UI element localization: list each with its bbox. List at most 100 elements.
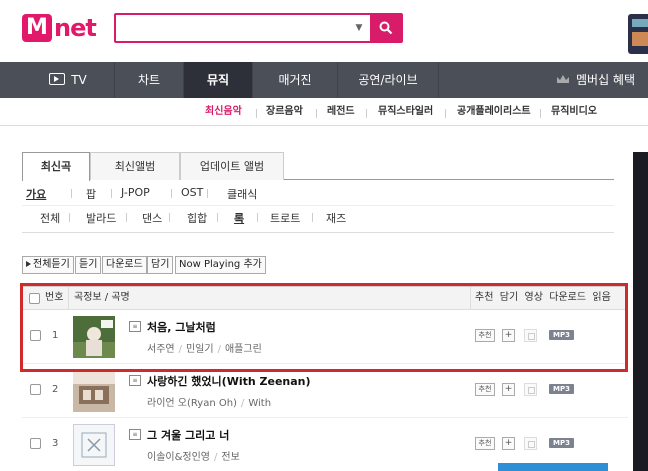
nav-music-label: 뮤직 <box>206 73 230 87</box>
row-number: 1 <box>52 330 59 341</box>
site-header: M net ▼ <box>0 0 648 62</box>
add-button[interactable]: + <box>502 437 515 450</box>
genre-jpop[interactable]: J-POP <box>121 186 150 199</box>
album-link[interactable]: 전보 <box>221 452 239 463</box>
song-title[interactable]: 그 겨울 그리고 너 <box>147 427 229 443</box>
video-icon[interactable] <box>524 383 537 396</box>
row-number: 3 <box>52 438 59 449</box>
nav-chart-label: 차트 <box>137 73 161 87</box>
subgenre-jazz[interactable]: 재즈 <box>326 210 346 226</box>
lyrics-icon[interactable]: ≡ <box>129 429 141 440</box>
song-table-header: 번호 곡정보 / 곡명 추천 담기 영상 다운로드 읽음 <box>22 286 628 310</box>
mp3-download-button[interactable]: MP3 <box>549 384 574 394</box>
nav-tv-label: TV <box>71 73 87 87</box>
subnav-playlist[interactable]: 공개플레이리스트 <box>457 98 531 126</box>
recommend-button[interactable]: 추천 <box>475 383 495 396</box>
logo-mark: M <box>22 14 52 42</box>
mp3-download-button[interactable]: MP3 <box>549 438 574 448</box>
subgenre-trot[interactable]: 트로트 <box>270 210 300 226</box>
artist-link[interactable]: 라이언 오(Ryan Oh) <box>147 398 237 409</box>
now-playing-button[interactable]: Now Playing 추가 <box>175 256 266 274</box>
bottom-action-bar[interactable] <box>498 463 608 471</box>
nav-magazine-label: 매거진 <box>278 73 312 87</box>
album-cover-placeholder[interactable] <box>73 424 115 466</box>
nav-magazine[interactable]: 매거진 <box>253 62 337 98</box>
nav-music[interactable]: 뮤직 <box>184 62 252 98</box>
album-link[interactable]: 민일기 <box>186 344 214 355</box>
nav-live[interactable]: 공연/라이브 <box>338 62 438 98</box>
nav-tv[interactable]: TV <box>22 62 114 98</box>
subnav-genre[interactable]: 장르음악 <box>266 98 303 126</box>
artist-link[interactable]: 이솔이&정인영 <box>147 452 210 463</box>
col-number: 번호 <box>45 292 64 303</box>
subnav-styler[interactable]: 뮤직스타일러 <box>378 98 433 126</box>
album-cover[interactable] <box>73 316 115 358</box>
tv-icon <box>49 73 66 85</box>
mp3-download-button[interactable]: MP3 <box>549 330 574 340</box>
video-icon[interactable] <box>524 329 537 342</box>
tab-updated-albums[interactable]: 업데이트 앨범 <box>180 152 284 180</box>
artist-link[interactable]: 서주연 <box>147 344 175 355</box>
select-all-checkbox[interactable] <box>29 293 40 304</box>
search-input[interactable] <box>118 17 348 39</box>
logo-text: net <box>54 14 97 42</box>
filter-divider <box>22 205 614 206</box>
song-title[interactable]: 사랑하긴 했었니(With Zeenan) <box>147 373 311 389</box>
genre-classical[interactable]: 클래식 <box>227 186 257 202</box>
row-checkbox[interactable] <box>30 330 41 341</box>
lyrics-icon[interactable]: ≡ <box>129 321 141 332</box>
subgenre-dance[interactable]: 댄스 <box>142 210 162 226</box>
label-link[interactable]: 애플그린 <box>225 344 262 355</box>
genre-pop[interactable]: 팝 <box>86 186 96 202</box>
subgenre-all[interactable]: 전체 <box>40 210 60 226</box>
main-nav: TV 차트 뮤직 매거진 공연/라이브 멤버십 혜택 <box>0 62 648 98</box>
col-song-info: 곡정보 / 곡명 <box>74 292 130 303</box>
song-meta: 라이언 오(Ryan Oh) / With <box>147 398 272 409</box>
album-link[interactable]: With <box>248 398 271 409</box>
mnet-logo[interactable]: M net <box>22 13 97 43</box>
nav-live-label: 공연/라이브 <box>358 73 418 87</box>
tab-latest-albums[interactable]: 최신앨범 <box>90 152 180 180</box>
subgenre-filter: 전체 발라드 댄스 힙합 록 트로트 재즈 <box>22 210 614 230</box>
add-button[interactable]: + <box>502 383 515 396</box>
video-icon[interactable] <box>524 437 537 450</box>
listen-button[interactable]: 듣기 <box>75 256 102 274</box>
play-all-label: 전체듣기 <box>33 259 70 270</box>
table-row: 1 ≡ 처음, 그날처럼 서주연 / 민일기 / 애플그린 추천 + MP3 <box>22 310 628 364</box>
song-meta: 서주연 / 민일기 / 애플그린 <box>147 344 262 355</box>
subnav-legend[interactable]: 레전드 <box>327 98 355 126</box>
subgenre-ballad[interactable]: 발라드 <box>86 210 116 226</box>
subgenre-rock[interactable]: 록 <box>234 210 244 226</box>
row-number: 2 <box>52 384 59 395</box>
nav-membership[interactable]: 멤버십 혜택 <box>556 62 648 98</box>
recommend-button[interactable]: 추천 <box>475 437 495 450</box>
nav-chart[interactable]: 차트 <box>115 62 183 98</box>
side-banner[interactable] <box>633 152 648 471</box>
genre-filter: 가요 팝 J-POP OST 클래식 <box>22 186 614 206</box>
play-icon <box>26 261 31 267</box>
row-checkbox[interactable] <box>30 384 41 395</box>
song-title[interactable]: 처음, 그날처럼 <box>147 319 216 335</box>
promo-badge[interactable] <box>628 14 648 54</box>
recommend-button[interactable]: 추천 <box>475 329 495 342</box>
album-cover[interactable] <box>73 370 115 412</box>
sub-nav: 최신음악 장르음악 레전드 뮤직스타일러 공개플레이리스트 뮤직비디오 <box>0 98 648 126</box>
tab-bar: 최신곡 최신앨범 업데이트 앨범 <box>22 152 614 181</box>
play-all-button[interactable]: 전체듣기 <box>22 256 74 274</box>
search-dropdown-icon[interactable]: ▼ <box>352 20 366 36</box>
genre-ost[interactable]: OST <box>181 186 203 199</box>
add-button[interactable]: + <box>502 329 515 342</box>
search-icon <box>379 21 393 35</box>
panel-divider <box>22 232 614 233</box>
search-button[interactable] <box>371 15 401 41</box>
download-button[interactable]: 다운로드 <box>102 256 147 274</box>
lyrics-icon[interactable]: ≡ <box>129 375 141 386</box>
search-box: ▼ <box>114 13 403 43</box>
genre-kpop[interactable]: 가요 <box>26 186 46 202</box>
tab-latest-songs[interactable]: 최신곡 <box>22 152 90 181</box>
subgenre-hiphop[interactable]: 힙합 <box>187 210 207 226</box>
row-checkbox[interactable] <box>30 438 41 449</box>
subnav-mv[interactable]: 뮤직비디오 <box>551 98 597 126</box>
save-button[interactable]: 담기 <box>147 256 174 274</box>
subnav-latest[interactable]: 최신음악 <box>205 98 242 126</box>
